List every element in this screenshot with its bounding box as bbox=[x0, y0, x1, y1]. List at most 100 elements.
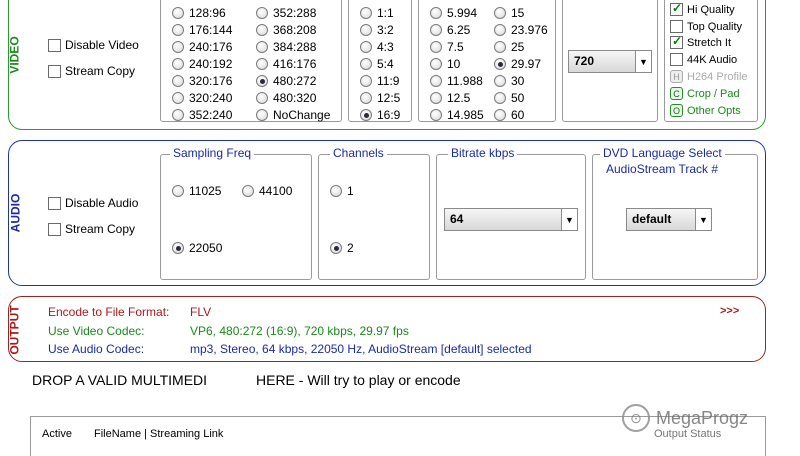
resolution-option[interactable]: 416:176 bbox=[256, 57, 316, 71]
resolution-option[interactable]: 320:176 bbox=[172, 74, 232, 88]
radio-button[interactable] bbox=[430, 92, 442, 104]
video-stream-copy-checkbox[interactable]: Stream Copy bbox=[48, 64, 135, 78]
resolution-option[interactable]: 176:144 bbox=[172, 23, 232, 37]
aspect-option[interactable]: 1:1 bbox=[360, 6, 394, 20]
hi-quality-checkbox[interactable]: Hi Quality bbox=[670, 1, 735, 16]
chevron-down-icon[interactable]: ▼ bbox=[561, 209, 577, 230]
h264-profile-button[interactable]: H H264 Profile bbox=[670, 70, 748, 83]
radio-button[interactable] bbox=[172, 75, 184, 87]
stretch-it-checkbox[interactable]: Stretch It bbox=[670, 34, 731, 49]
radio-button[interactable] bbox=[494, 75, 506, 87]
radio-button[interactable] bbox=[330, 242, 342, 254]
radio-button[interactable] bbox=[256, 41, 268, 53]
44k-audio-checkbox[interactable]: 44K Audio bbox=[670, 53, 737, 66]
fps-option[interactable]: 5.994 bbox=[430, 6, 477, 20]
radio-button[interactable] bbox=[360, 7, 372, 19]
aspect-option[interactable]: 4:3 bbox=[360, 40, 394, 54]
resolution-option[interactable]: 240:192 bbox=[172, 57, 232, 71]
other-opts-icon[interactable]: O bbox=[670, 104, 683, 117]
aspect-option[interactable]: 5:4 bbox=[360, 57, 394, 71]
video-bitrate-dropdown[interactable]: 720 ▼ bbox=[568, 50, 652, 73]
radio-button[interactable] bbox=[172, 109, 184, 121]
checkbox-box[interactable] bbox=[670, 53, 683, 66]
radio-button[interactable] bbox=[494, 58, 506, 70]
radio-button[interactable] bbox=[494, 7, 506, 19]
audio-stream-copy-checkbox[interactable]: Stream Copy bbox=[48, 222, 135, 236]
fps-option[interactable]: 14.985 bbox=[430, 108, 484, 122]
fps-option[interactable]: 30 bbox=[494, 74, 524, 88]
aspect-option[interactable]: 11:9 bbox=[360, 74, 399, 88]
checkbox-box[interactable] bbox=[48, 64, 61, 78]
radio-button[interactable] bbox=[256, 7, 268, 19]
aspect-option[interactable]: 12:5 bbox=[360, 91, 400, 105]
radio-button[interactable] bbox=[172, 58, 184, 70]
resolution-option[interactable]: 320:240 bbox=[172, 91, 232, 105]
radio-button[interactable] bbox=[430, 24, 442, 36]
radio-button[interactable] bbox=[494, 109, 506, 121]
more-options-button[interactable]: >>> bbox=[720, 305, 739, 317]
checkbox-box[interactable] bbox=[670, 1, 683, 16]
radio-button[interactable] bbox=[430, 7, 442, 19]
radio-button[interactable] bbox=[172, 7, 184, 19]
audio-bitrate-dropdown[interactable]: 64 ▼ bbox=[444, 208, 578, 231]
radio-button[interactable] bbox=[360, 58, 372, 70]
fps-option[interactable]: 15 bbox=[494, 6, 524, 20]
radio-button[interactable] bbox=[256, 92, 268, 104]
checkbox-box[interactable] bbox=[670, 20, 683, 33]
checkbox-box[interactable] bbox=[48, 196, 61, 210]
crop-icon[interactable]: C bbox=[670, 87, 683, 100]
fps-option[interactable]: 12.5 bbox=[430, 91, 470, 105]
sampling-option[interactable]: 11025 bbox=[172, 184, 221, 198]
radio-button[interactable] bbox=[494, 41, 506, 53]
radio-button[interactable] bbox=[430, 58, 442, 70]
fps-option[interactable]: 50 bbox=[494, 91, 524, 105]
resolution-option[interactable]: 352:288 bbox=[256, 6, 316, 20]
disable-audio-checkbox[interactable]: Disable Audio bbox=[48, 196, 138, 210]
dvd-audiostream-dropdown[interactable]: default ▼ bbox=[626, 208, 712, 231]
radio-button[interactable] bbox=[430, 41, 442, 53]
radio-button[interactable] bbox=[494, 24, 506, 36]
aspect-option-selected[interactable]: 16:9 bbox=[360, 108, 400, 122]
radio-button[interactable] bbox=[172, 24, 184, 36]
radio-button[interactable] bbox=[242, 185, 254, 197]
aspect-option[interactable]: 3:2 bbox=[360, 23, 394, 37]
other-opts-button[interactable]: O Other Opts bbox=[670, 104, 741, 117]
radio-button[interactable] bbox=[360, 41, 372, 53]
resolution-option[interactable]: 128:96 bbox=[172, 6, 226, 20]
sampling-option[interactable]: 44100 bbox=[242, 184, 292, 198]
resolution-option[interactable]: 480:320 bbox=[256, 91, 316, 105]
radio-button[interactable] bbox=[256, 58, 268, 70]
fps-option[interactable]: 11.988 bbox=[430, 74, 483, 88]
resolution-option[interactable]: 384:288 bbox=[256, 40, 316, 54]
resolution-option-selected[interactable]: 480:272 bbox=[256, 74, 316, 88]
radio-button[interactable] bbox=[330, 185, 342, 197]
resolution-option[interactable]: 368:208 bbox=[256, 23, 316, 37]
fps-option[interactable]: 6.25 bbox=[430, 23, 470, 37]
fps-option[interactable]: 25 bbox=[494, 40, 524, 54]
resolution-option[interactable]: 352:240 bbox=[172, 108, 232, 122]
channels-option[interactable]: 1 bbox=[330, 184, 354, 198]
radio-button[interactable] bbox=[172, 92, 184, 104]
radio-button[interactable] bbox=[360, 75, 372, 87]
sampling-option-selected[interactable]: 22050 bbox=[172, 241, 222, 255]
checkbox-box[interactable] bbox=[670, 34, 683, 49]
resolution-option[interactable]: 240:176 bbox=[172, 40, 232, 54]
resolution-option[interactable]: NoChange bbox=[256, 108, 330, 122]
h264-icon[interactable]: H bbox=[670, 70, 683, 83]
chevron-down-icon[interactable]: ▼ bbox=[635, 51, 651, 72]
radio-button[interactable] bbox=[430, 109, 442, 121]
radio-button[interactable] bbox=[172, 185, 184, 197]
radio-button[interactable] bbox=[430, 75, 442, 87]
column-filename[interactable]: FileName | Streaming Link bbox=[94, 428, 223, 440]
fps-option[interactable]: 7.5 bbox=[430, 40, 464, 54]
radio-button[interactable] bbox=[494, 92, 506, 104]
radio-button[interactable] bbox=[360, 92, 372, 104]
radio-button[interactable] bbox=[172, 41, 184, 53]
disable-video-checkbox[interactable]: Disable Video bbox=[48, 38, 139, 52]
column-active[interactable]: Active bbox=[42, 428, 72, 440]
checkbox-box[interactable] bbox=[48, 222, 61, 236]
radio-button[interactable] bbox=[256, 75, 268, 87]
radio-button[interactable] bbox=[256, 24, 268, 36]
fps-option[interactable]: 10 bbox=[430, 57, 460, 71]
fps-option[interactable]: 23.976 bbox=[494, 23, 548, 37]
